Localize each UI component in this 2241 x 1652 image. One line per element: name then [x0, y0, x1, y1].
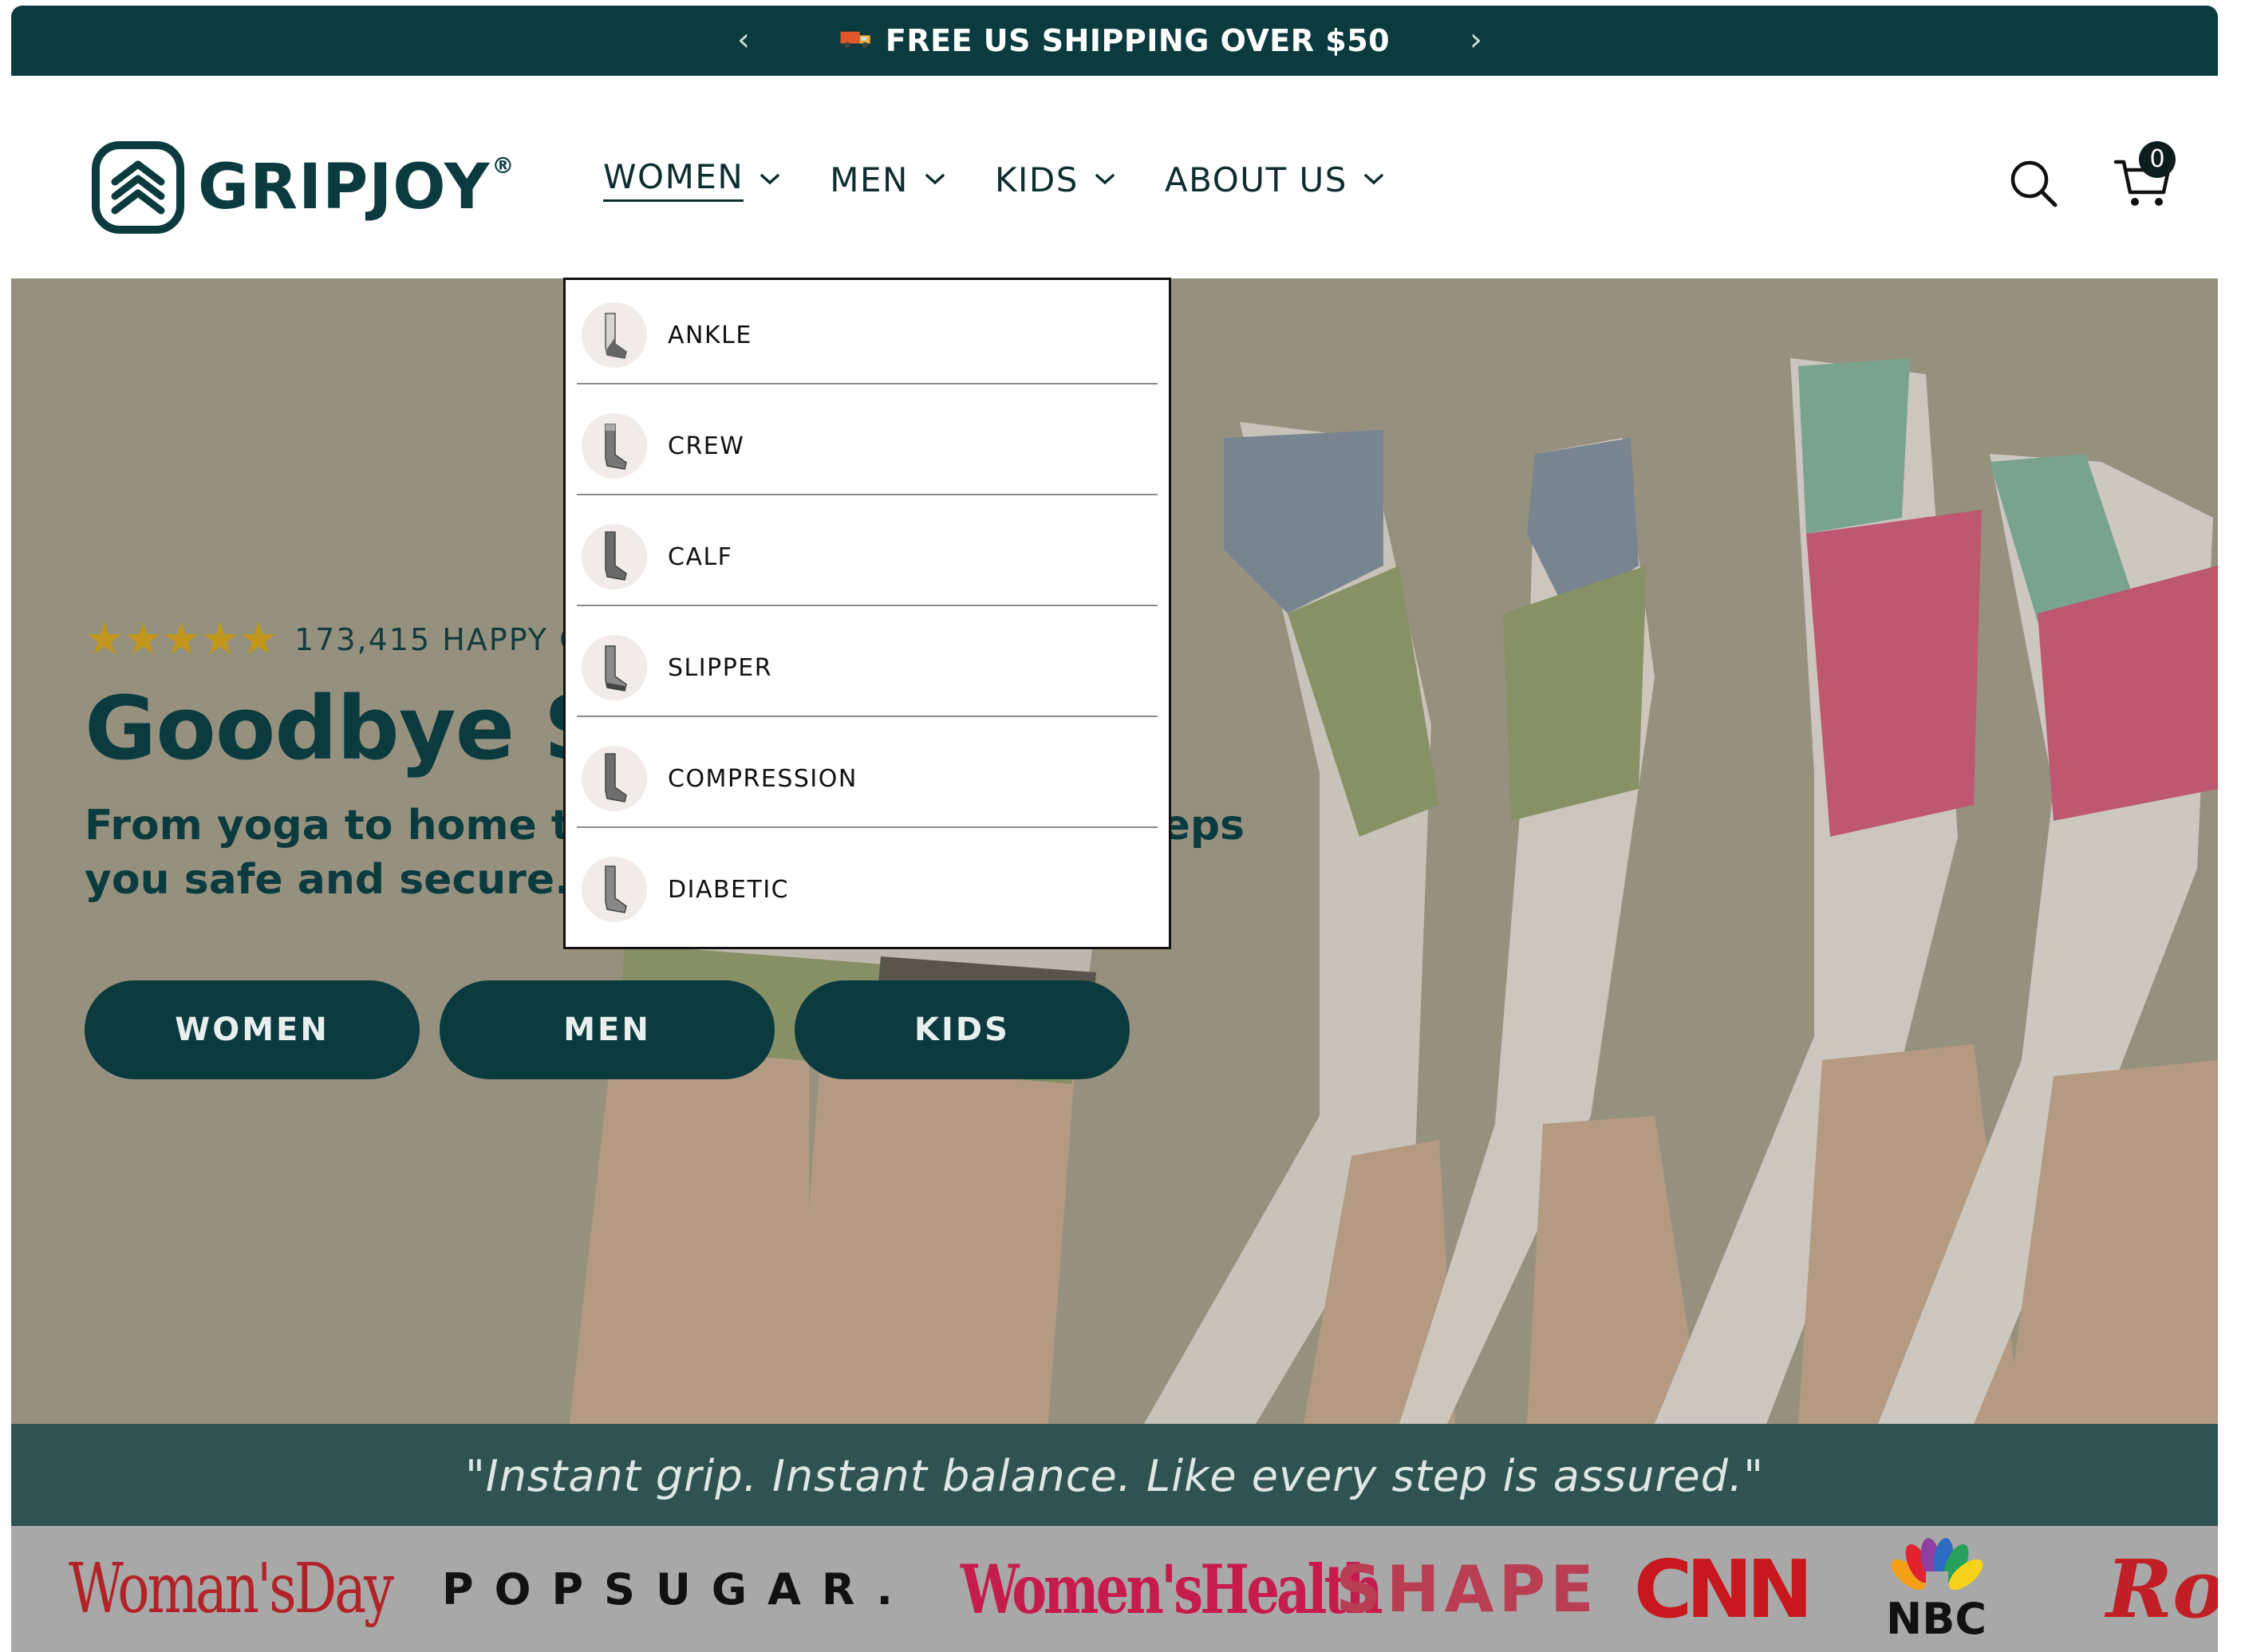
- announcement-bar: ‹ FREE US SHIPPING OVER $50 ›: [11, 6, 2218, 76]
- dropdown-item-label: CREW: [668, 432, 745, 460]
- nav-item-kids[interactable]: KIDS: [995, 156, 1115, 203]
- nav-label: WOMEN: [603, 157, 744, 202]
- star-rating-icon: ★★★★★: [85, 613, 278, 665]
- chevron-down-icon: [760, 174, 780, 185]
- divider: [577, 494, 1158, 495]
- dropdown-item-diabetic[interactable]: DIABETIC: [577, 834, 1158, 944]
- press-logo-womenshealth: Women'sHealth: [961, 1549, 1383, 1629]
- shop-kids-button[interactable]: KIDS: [795, 980, 1130, 1079]
- press-logo-popsugar: POPSUGAR.: [442, 1563, 914, 1615]
- sock-icon: [582, 524, 647, 589]
- site-header: GRIPJOY® WOMEN MEN KIDS ABOUT US 0: [11, 76, 2218, 278]
- shop-men-button[interactable]: MEN: [440, 980, 775, 1079]
- shop-women-button[interactable]: WOMEN: [85, 980, 420, 1079]
- truck-icon: [840, 31, 870, 49]
- dropdown-item-label: CALF: [668, 542, 733, 571]
- divider: [577, 826, 1158, 828]
- brand-name: GRIPJOY®: [198, 152, 515, 223]
- main-nav: WOMEN MEN KIDS ABOUT US: [603, 156, 1434, 203]
- nav-label: KIDS: [994, 160, 1079, 199]
- sock-icon: [582, 302, 647, 368]
- cart-count-badge: 0: [2139, 141, 2176, 178]
- dropdown-item-compression[interactable]: COMPRESSION: [577, 723, 1158, 834]
- announcement-message: FREE US SHIPPING OVER $50: [11, 23, 2218, 58]
- sock-icon: [582, 635, 647, 700]
- dropdown-item-label: COMPRESSION: [668, 764, 858, 793]
- nbc-peacock-icon: [1891, 1537, 1983, 1599]
- testimonial-bar: "Instant grip. Instant balance. Like eve…: [11, 1424, 2218, 1526]
- sock-icon: [582, 746, 647, 811]
- nav-item-men[interactable]: MEN: [830, 156, 945, 203]
- dropdown-item-slipper[interactable]: SLIPPER: [577, 613, 1158, 723]
- dropdown-item-calf[interactable]: CALF: [577, 502, 1158, 612]
- press-logo-nbc: NBC: [1884, 1526, 1988, 1652]
- dropdown-item-label: DIABETIC: [668, 875, 790, 904]
- press-logo-rolling-stone: Rol: [2106, 1542, 2218, 1636]
- divider: [577, 716, 1158, 717]
- nav-item-about-us[interactable]: ABOUT US: [1165, 156, 1384, 203]
- chevron-down-icon: [925, 174, 945, 185]
- nav-label: MEN: [830, 160, 909, 199]
- women-dropdown-menu: ANKLE CREW CALF SLIPPER COMPRESSION DIAB…: [563, 278, 1171, 949]
- sock-icon: [582, 857, 647, 922]
- sock-icon: [582, 413, 647, 479]
- press-logos-strip: Woman'sDay POPSUGAR. Women'sHealth SHAPE…: [11, 1526, 2218, 1652]
- gripjoy-mark-icon: [92, 141, 184, 234]
- dropdown-item-crew[interactable]: CREW: [577, 391, 1158, 501]
- chevron-down-icon: [1095, 174, 1115, 185]
- divider: [577, 605, 1158, 606]
- chevron-right-icon[interactable]: ›: [1470, 22, 1482, 58]
- testimonial-quote: "Instant grip. Instant balance. Like eve…: [464, 1451, 1765, 1501]
- chevron-down-icon: [1364, 174, 1383, 185]
- dropdown-item-label: SLIPPER: [668, 653, 773, 682]
- brand-logo[interactable]: GRIPJOY®: [91, 140, 515, 235]
- dropdown-item-ankle[interactable]: ANKLE: [577, 280, 1158, 390]
- announcement-text: FREE US SHIPPING OVER $50: [885, 23, 1391, 58]
- press-logo-womansday: Woman'sDay: [69, 1549, 394, 1629]
- nav-label: ABOUT US: [1164, 160, 1347, 199]
- search-icon[interactable]: [2007, 157, 2060, 210]
- page: ‹ FREE US SHIPPING OVER $50 › GRIPJOY® W…: [11, 6, 2218, 1652]
- press-logo-shape: SHAPE: [1336, 1551, 1599, 1626]
- dropdown-item-label: ANKLE: [668, 321, 752, 349]
- nav-item-women[interactable]: WOMEN: [603, 156, 780, 203]
- press-logo-cnn: CNN: [1634, 1542, 1813, 1636]
- divider: [577, 383, 1158, 384]
